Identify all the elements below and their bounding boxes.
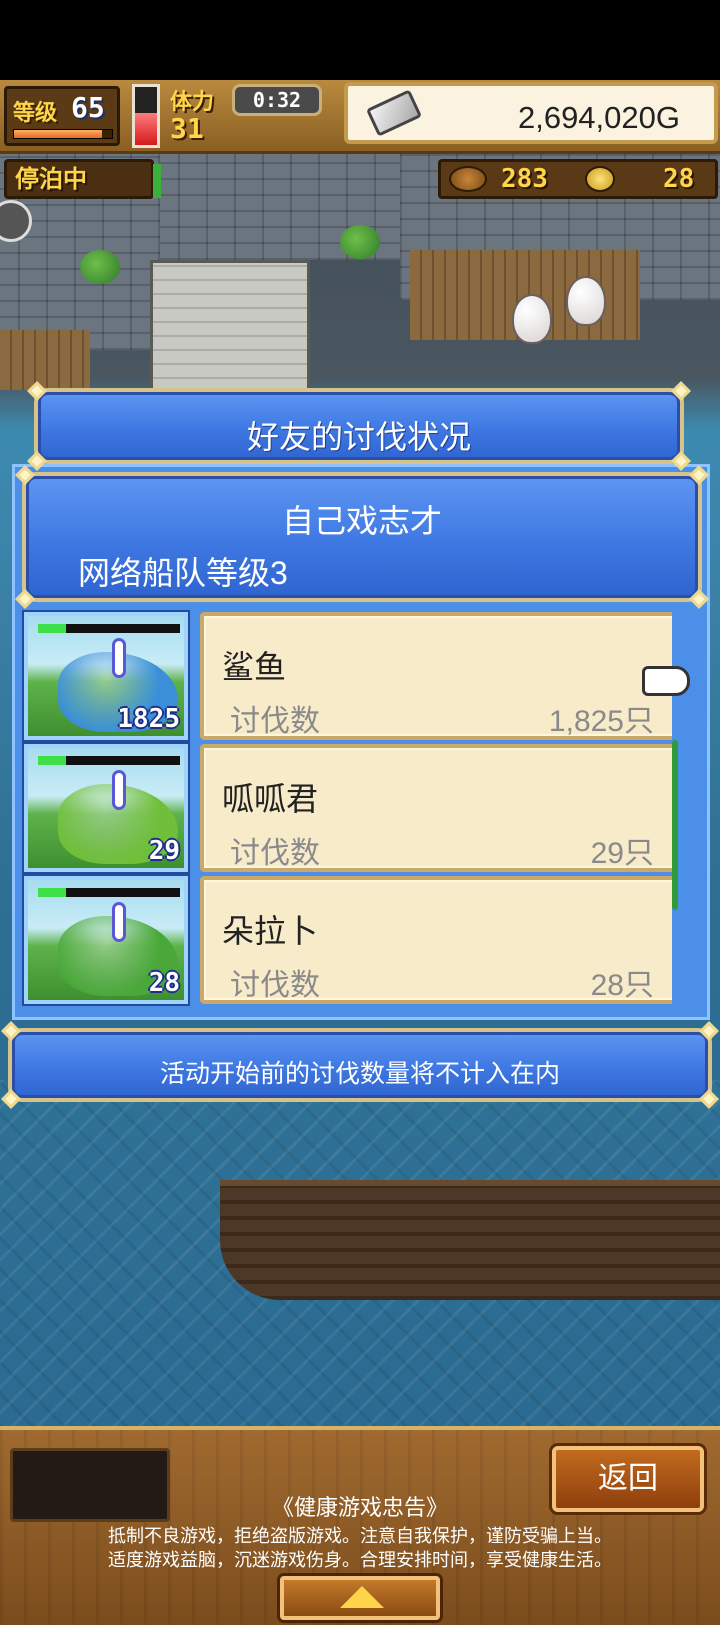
fleet-level: 网络船队等级3 <box>78 555 288 591</box>
hp-fill <box>38 888 67 897</box>
food-count: 283 <box>501 164 548 194</box>
kills-value: 28只 <box>590 969 654 1002</box>
hp-bar <box>38 888 180 897</box>
exclamation-icon <box>112 638 126 678</box>
list-item[interactable]: 29 呱呱君 讨伐数 29只 <box>20 736 684 872</box>
monster-portrait: 28 <box>24 876 188 1004</box>
hp-bar <box>38 756 180 765</box>
level-value: 65 <box>71 91 105 124</box>
stamina-gauge <box>132 84 160 148</box>
monster-name: 呱呱君 <box>222 781 319 817</box>
kills-label: 讨伐数 <box>230 705 320 738</box>
status-bar <box>0 0 720 80</box>
stamina-value: 31 <box>170 112 204 145</box>
dialog-title-bar: 好友的讨伐状况 <box>27 381 691 471</box>
up-arrow-icon <box>340 1586 384 1608</box>
kills-value: 29只 <box>590 837 654 870</box>
scrollbar-thumb[interactable] <box>672 740 678 910</box>
level-progress-bar <box>13 129 113 139</box>
hp-bar <box>38 624 180 633</box>
monster-portrait: 29 <box>24 744 188 872</box>
list-item[interactable]: 1825 鲨鱼 讨伐数 1,825只 <box>20 604 684 740</box>
gold-panel: 2,694,020G <box>344 82 718 144</box>
food-icon <box>449 166 487 192</box>
health-advice-line-2: 适度游戏益脑，沉迷游戏伤身。合理安排时间，享受健康生活。 <box>108 1550 612 1570</box>
monster-name: 鲨鱼 <box>222 649 287 685</box>
monster-info-card: 呱呱君 讨伐数 29只 <box>200 744 684 872</box>
level-panel: 等级 65 <box>4 86 120 146</box>
friend-header: 自己戏志才 网络船队等级3 <box>15 465 709 609</box>
expand-button[interactable] <box>280 1576 440 1620</box>
egg-decoration <box>512 294 552 344</box>
status-row: 停泊中 283 28 <box>0 157 720 203</box>
stamina-timer: 0:32 <box>232 84 322 116</box>
top-hud: 等级 65 体力 31 0:32 2,694,020G <box>0 80 720 154</box>
hp-fill <box>38 624 67 633</box>
status-flag-icon <box>153 164 161 198</box>
bush <box>340 225 380 259</box>
notice-bar: 活动开始前的讨伐数量将不计入在内 <box>1 1021 719 1109</box>
medal-icon <box>585 166 615 192</box>
kills-label: 讨伐数 <box>230 837 320 870</box>
anchor-status-label: 停泊中 <box>15 165 87 193</box>
ship-hull <box>220 1180 720 1300</box>
monster-name: 朵拉卜 <box>222 913 319 949</box>
monster-portrait: 1825 <box>24 612 188 740</box>
list-item[interactable]: 28 朵拉卜 讨伐数 28只 <box>20 868 684 1004</box>
notice-text: 活动开始前的讨伐数量将不计入在内 <box>159 1060 560 1088</box>
gold-value: 2,694,020G <box>517 100 680 135</box>
silver-bar-icon <box>365 89 423 137</box>
friend-name: 自己戏志才 <box>281 503 442 539</box>
pier <box>0 330 90 390</box>
moored-status[interactable]: 停泊中 <box>4 159 161 199</box>
monster-info-card: 鲨鱼 讨伐数 1,825只 <box>200 612 684 740</box>
health-advice-line-1: 抵制不良游戏，拒绝盗版游戏。注意自我保护，谨防受骗上当。 <box>108 1526 612 1546</box>
health-advice-title: 《健康游戏忠告》 <box>271 1495 448 1520</box>
kills-value: 1,825只 <box>548 705 654 738</box>
level-progress-fill <box>14 130 103 138</box>
medal-count: 28 <box>663 164 695 194</box>
kills-label: 讨伐数 <box>230 969 320 1002</box>
dialog-title: 好友的讨伐状况 <box>246 419 471 455</box>
pointing-hand-icon <box>642 666 690 696</box>
level-label: 等级 <box>13 101 58 126</box>
egg-decoration <box>566 276 606 326</box>
kill-count-badge: 1825 <box>117 704 180 734</box>
exclamation-icon <box>112 770 126 810</box>
stamina-fill <box>135 113 157 145</box>
monster-info-card: 朵拉卜 讨伐数 28只 <box>200 876 684 1004</box>
bush <box>80 250 120 284</box>
bottom-panel: 返回 《健康游戏忠告》 抵制不良游戏，拒绝盗版游戏。注意自我保护，谨防受骗上当。… <box>0 1426 720 1625</box>
monster-list[interactable]: 1825 鲨鱼 讨伐数 1,825只 29 呱呱君 讨伐数 29只 28 朵拉卜 <box>20 604 684 1014</box>
exclamation-icon <box>112 902 126 942</box>
hp-fill <box>38 756 67 765</box>
kill-count-badge: 29 <box>148 836 180 866</box>
resource-panel: 283 28 <box>438 159 718 199</box>
kill-count-badge: 28 <box>148 968 180 998</box>
